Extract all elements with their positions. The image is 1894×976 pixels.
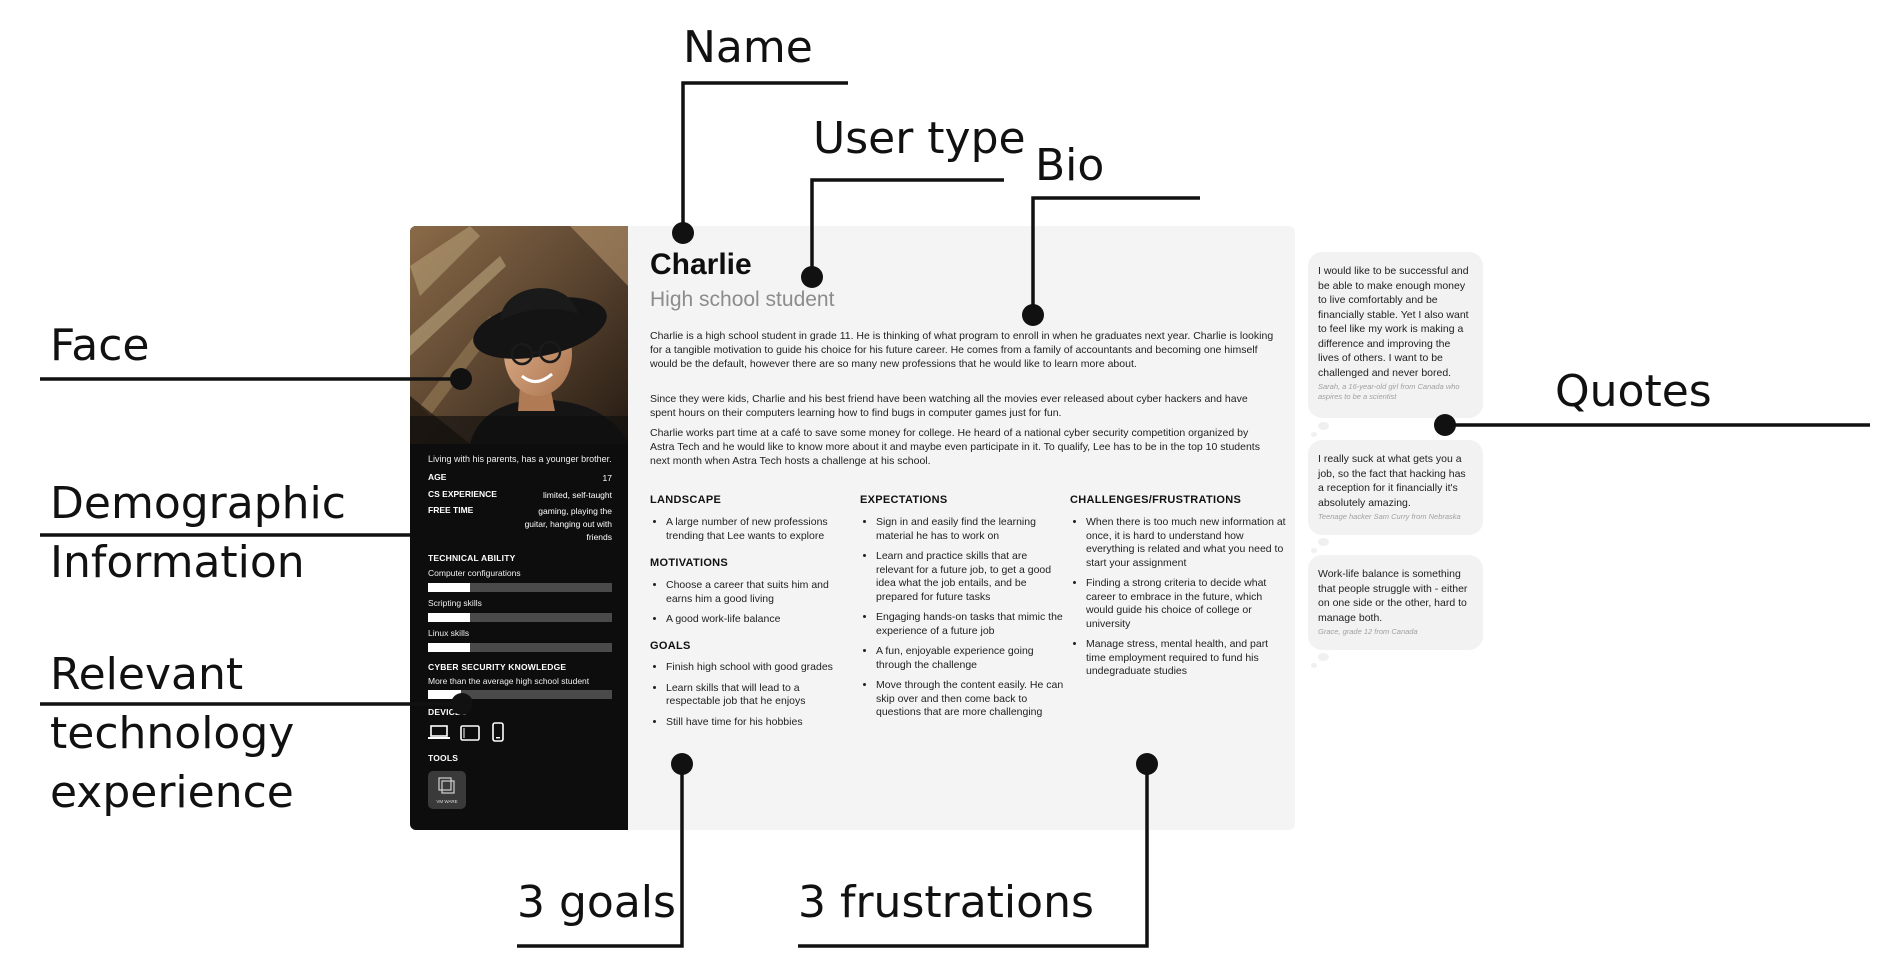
thought-bubble bbox=[1318, 422, 1329, 430]
bio-paragraph: Charlie is a high school student in grad… bbox=[650, 330, 1274, 370]
landscape-heading: LANDSCAPE bbox=[650, 494, 722, 506]
thought-bubble bbox=[1311, 548, 1317, 553]
callout-line: experience bbox=[50, 767, 294, 818]
callout-line: Demographic bbox=[50, 478, 346, 529]
list-item: When there is too much new information a… bbox=[1086, 516, 1286, 570]
skill-label: Computer configurations bbox=[428, 568, 521, 578]
quote-card: I would like to be successful and be abl… bbox=[1308, 252, 1483, 418]
list-item: A good work-life balance bbox=[666, 613, 856, 627]
challenges-list: When there is too much new information a… bbox=[1070, 516, 1286, 686]
quote-card: Work-life balance is something that peop… bbox=[1308, 555, 1483, 650]
motivations-list: Choose a career that suits him and earns… bbox=[650, 579, 856, 634]
callout-user-type: User type bbox=[813, 113, 1026, 164]
persona-photo bbox=[410, 226, 628, 444]
quote-text: I really suck at what gets you a job, so… bbox=[1318, 453, 1466, 509]
list-item: Sign in and easily find the learning mat… bbox=[876, 516, 1066, 543]
skill-bar bbox=[428, 643, 612, 652]
callout-quotes: Quotes bbox=[1555, 366, 1712, 417]
phone-icon bbox=[492, 722, 504, 747]
callout-technology: Relevant technology experience bbox=[50, 645, 294, 822]
landscape-list: A large number of new professions trendi… bbox=[650, 516, 856, 550]
goals-list: Finish high school with good grades Lear… bbox=[650, 661, 856, 736]
callout-bio: Bio bbox=[1035, 140, 1105, 191]
vmware-tool: VM WARE bbox=[428, 771, 466, 809]
list-item: Finish high school with good grades bbox=[666, 661, 856, 675]
list-item: Learn skills that will lead to a respect… bbox=[666, 682, 856, 709]
skill-bar bbox=[428, 613, 612, 622]
demographic-value: gaming, playing the guitar, hanging out … bbox=[524, 506, 612, 542]
skill-bar-fill bbox=[428, 583, 471, 592]
demographic-label: FREE TIME bbox=[428, 505, 474, 515]
skill-bar-fill bbox=[428, 613, 471, 622]
expectations-heading: EXPECTATIONS bbox=[860, 494, 948, 506]
challenges-heading: CHALLENGES/FRUSTRATIONS bbox=[1070, 494, 1242, 506]
list-item: Move through the content easily. He can … bbox=[876, 679, 1066, 720]
technical-ability-heading: TECHNICAL ABILITY bbox=[428, 553, 516, 563]
thought-bubble bbox=[1311, 663, 1317, 668]
list-item: Engaging hands-on tasks that mimic the e… bbox=[876, 611, 1066, 638]
list-item: Finding a strong criteria to decide what… bbox=[1086, 577, 1286, 631]
tool-label: VM WARE bbox=[436, 799, 458, 804]
expectations-list: Sign in and easily find the learning mat… bbox=[860, 516, 1066, 727]
bio-paragraph: Since they were kids, Charlie and his be… bbox=[650, 393, 1248, 419]
cyber-security-bar bbox=[428, 690, 612, 699]
quote-author: Grace, grade 12 from Canada bbox=[1318, 627, 1418, 636]
living-situation: Living with his parents, has a younger b… bbox=[428, 454, 612, 464]
list-item: Learn and practice skills that are relev… bbox=[876, 550, 1066, 604]
demographic-free-time: FREE TIME gaming, playing the guitar, ha… bbox=[428, 505, 612, 545]
devices-heading: DEVICES bbox=[428, 707, 467, 717]
quote-text: I would like to be successful and be abl… bbox=[1318, 265, 1469, 379]
persona-card: Living with his parents, has a younger b… bbox=[410, 226, 1295, 830]
skill-label: Scripting skills bbox=[428, 598, 482, 608]
demographic-value: limited, self-taught bbox=[543, 490, 612, 500]
laptop-icon bbox=[428, 724, 450, 747]
demographic-label: AGE bbox=[428, 472, 447, 482]
callout-face: Face bbox=[50, 320, 150, 371]
persona-main: Charlie High school student Charlie is a… bbox=[650, 226, 1286, 830]
vmware-icon bbox=[438, 777, 455, 794]
list-item: Manage stress, mental health, and part t… bbox=[1086, 638, 1286, 679]
demographic-label: CS EXPERIENCE bbox=[428, 489, 497, 499]
motivations-heading: MOTIVATIONS bbox=[650, 557, 729, 569]
thought-bubble bbox=[1311, 432, 1317, 437]
skill-label: Linux skills bbox=[428, 628, 470, 638]
skill-bar-fill bbox=[428, 643, 471, 652]
list-item: Still have time for his hobbies bbox=[666, 716, 856, 730]
callout-goals: 3 goals bbox=[517, 877, 676, 928]
callout-line: Relevant bbox=[50, 649, 244, 700]
demographic-age: AGE 17 bbox=[428, 472, 612, 486]
skill-bar bbox=[428, 583, 612, 592]
list-item: A large number of new professions trendi… bbox=[666, 516, 856, 543]
skill-bar-fill bbox=[428, 690, 462, 699]
quote-author: Teenage hacker Sam Curry from Nebraska bbox=[1318, 512, 1461, 521]
list-item: Choose a career that suits him and earns… bbox=[666, 579, 856, 606]
demographic-cs-experience: CS EXPERIENCE limited, self-taught bbox=[428, 489, 612, 503]
tablet-icon bbox=[460, 724, 480, 747]
callout-line: Information bbox=[50, 537, 305, 588]
list-item: A fun, enjoyable experience going throug… bbox=[876, 645, 1066, 672]
demographic-value: 17 bbox=[602, 473, 612, 483]
persona-sidebar: Living with his parents, has a younger b… bbox=[410, 226, 628, 830]
callout-name: Name bbox=[683, 22, 813, 73]
persona-name: Charlie bbox=[650, 248, 752, 281]
thought-bubble bbox=[1318, 538, 1329, 546]
callout-demographic: Demographic Information bbox=[50, 474, 346, 592]
persona-user-type: High school student bbox=[650, 288, 835, 311]
tools-heading: TOOLS bbox=[428, 753, 459, 763]
callout-line: technology bbox=[50, 708, 295, 759]
quote-text: Work-life balance is something that peop… bbox=[1318, 568, 1468, 624]
cyber-security-text: More than the average high school studen… bbox=[428, 676, 590, 686]
quote-card: I really suck at what gets you a job, so… bbox=[1308, 440, 1483, 535]
cyber-security-heading: CYBER SECURITY KNOWLEDGE bbox=[428, 662, 567, 672]
bio-paragraph: Charlie works part time at a café to sav… bbox=[650, 427, 1260, 467]
thought-bubble bbox=[1318, 653, 1329, 661]
goals-heading: GOALS bbox=[650, 640, 691, 652]
callout-frustrations: 3 frustrations bbox=[798, 877, 1094, 928]
quote-author: Sarah, a 16-year-old girl from Canada wh… bbox=[1318, 382, 1460, 401]
